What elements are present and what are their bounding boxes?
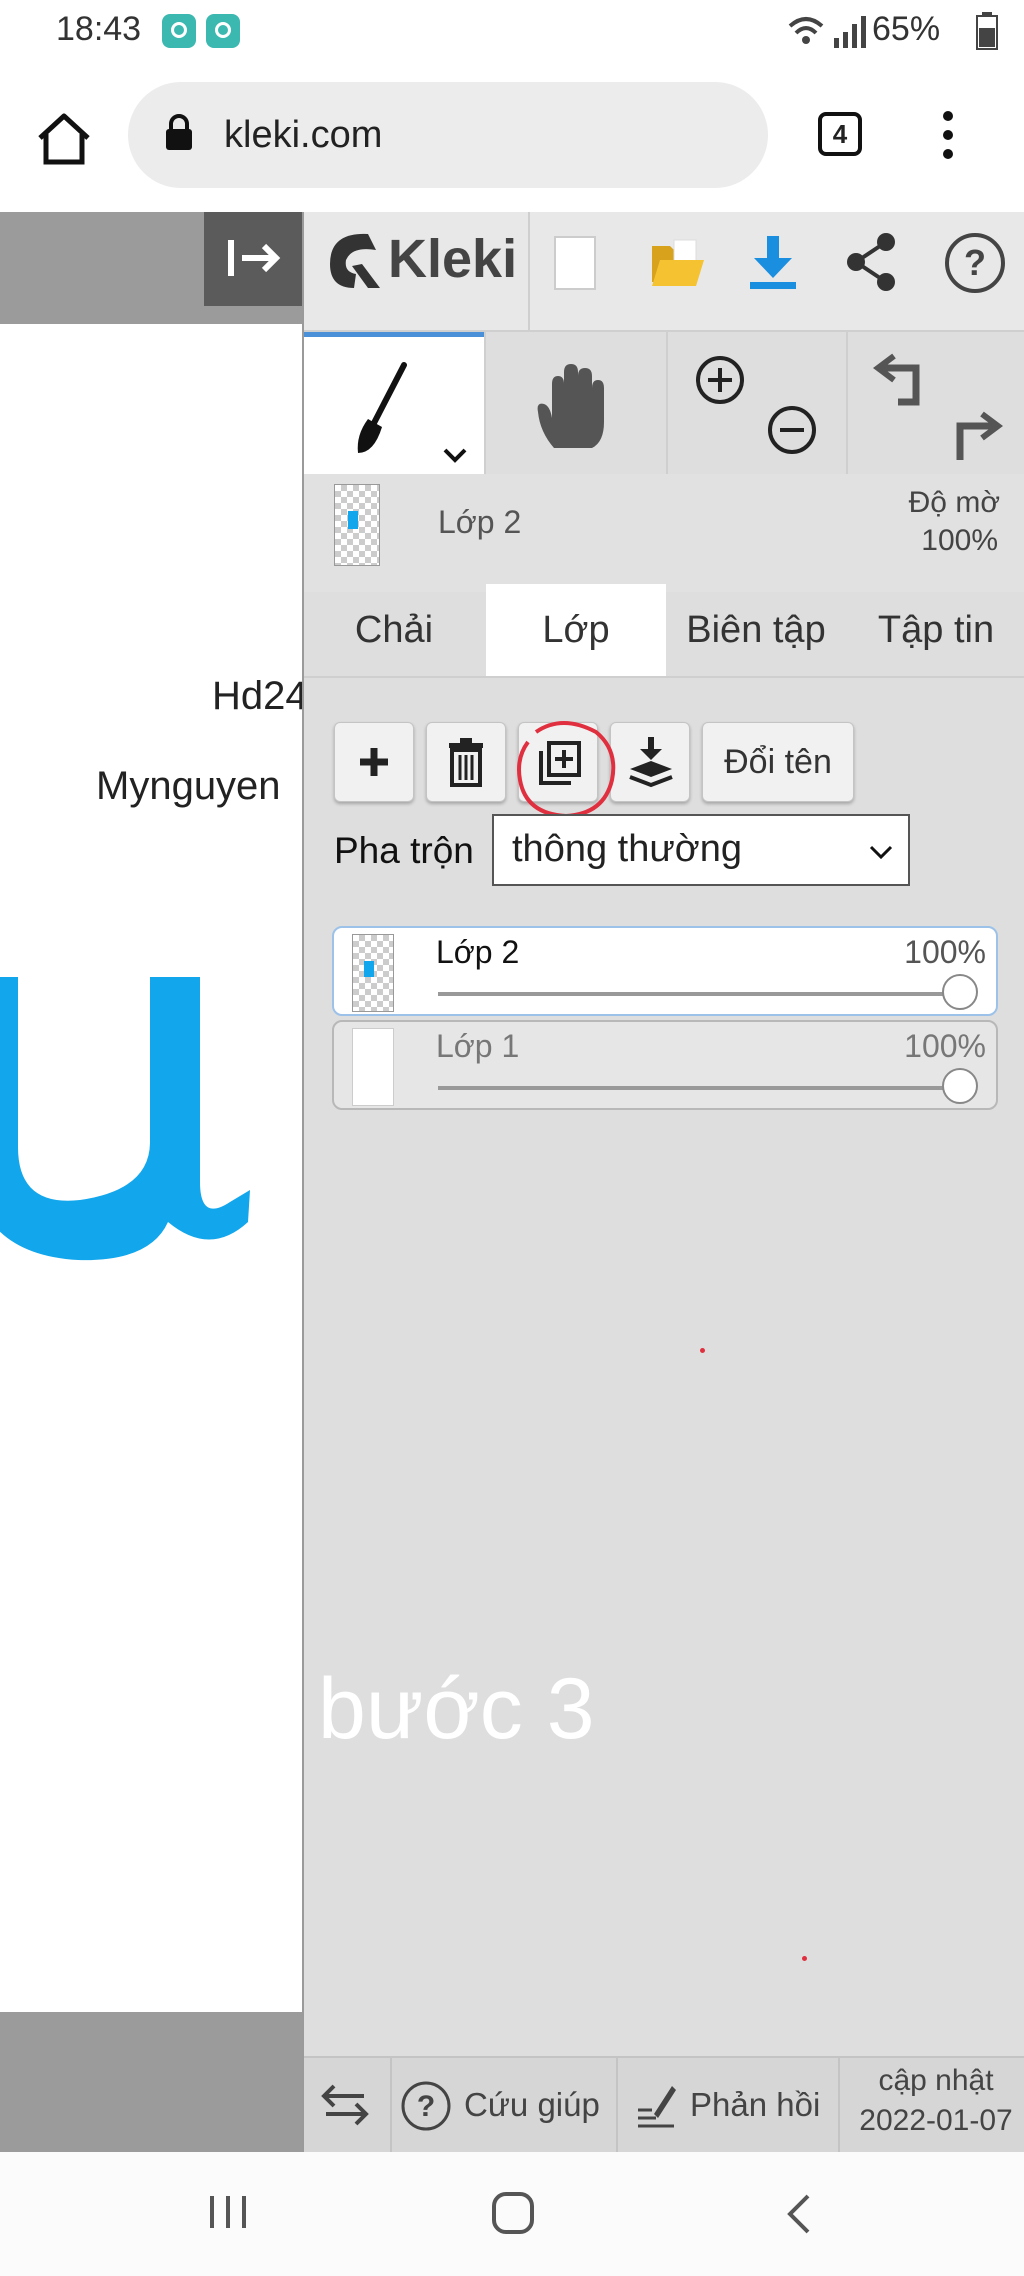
tab-brush[interactable]: Chải <box>304 584 484 676</box>
help-link[interactable]: Cứu giúp <box>464 2086 600 2124</box>
help-icon[interactable]: ? <box>400 2080 452 2132</box>
current-layer-header: Lớp 2 Độ mờ 100% <box>304 474 1024 592</box>
blend-mode-select[interactable]: thông thường <box>492 814 910 886</box>
status-time: 18:43 <box>56 10 142 48</box>
open-folder-icon[interactable] <box>650 238 706 288</box>
layer-name: Lớp 1 <box>436 1028 520 1064</box>
tab-switcher-button[interactable]: 4 <box>818 112 862 156</box>
layer-opacity-slider[interactable] <box>438 992 960 996</box>
brush-stroke-u <box>0 977 250 1261</box>
plus-icon <box>360 748 388 776</box>
history-controls <box>846 332 1024 474</box>
tab-edit[interactable]: Biên tập <box>666 584 846 676</box>
canvas-margin-bottom <box>0 2012 302 2152</box>
current-layer-thumbnail <box>334 484 380 566</box>
help-icon[interactable]: ? <box>944 232 1006 294</box>
canvas-text-mynguyen: Mynguyen <box>96 764 281 808</box>
divider <box>838 2058 840 2154</box>
merge-down-button[interactable] <box>610 722 690 802</box>
undo-icon[interactable] <box>872 350 932 406</box>
chevron-down-icon <box>443 448 467 463</box>
delete-layer-button[interactable] <box>426 722 506 802</box>
divider <box>528 212 530 330</box>
notification-app-icon <box>162 14 196 48</box>
trash-icon <box>449 738 483 787</box>
layer-opacity-slider[interactable] <box>438 1086 960 1090</box>
address-bar[interactable]: kleki.com <box>128 82 768 188</box>
layer-thumbnail <box>352 934 394 1012</box>
stray-dot <box>802 1956 807 1961</box>
lock-icon <box>166 114 192 150</box>
red-highlight-circle <box>517 721 616 819</box>
svg-text:?: ? <box>417 2090 435 2123</box>
step-caption: bước 3 <box>318 1661 595 1757</box>
rename-layer-button[interactable]: Đổi tên <box>702 722 854 802</box>
top-toolbar: Kleki ? <box>304 212 1024 332</box>
tab-file[interactable]: Tập tin <box>846 584 1024 676</box>
zoom-controls <box>666 332 846 474</box>
download-icon[interactable] <box>748 234 798 290</box>
add-layer-button[interactable] <box>334 722 414 802</box>
battery-percent: 65% <box>872 10 941 48</box>
recent-apps-icon[interactable] <box>206 2192 250 2232</box>
battery-icon <box>976 12 998 50</box>
blend-mode-label: Pha trộn <box>334 830 474 871</box>
brush-icon <box>357 362 407 453</box>
panel-footer: ? Cứu giúp Phản hồi cập nhật 2022-01-07 <box>304 2056 1024 2154</box>
stray-dot <box>700 1348 705 1353</box>
current-layer-name: Lớp 2 <box>438 504 522 540</box>
layer-row[interactable]: Lớp 1 100% <box>332 1020 998 1110</box>
layer-thumbnail <box>352 1028 394 1106</box>
feedback-link[interactable]: Phản hồi <box>690 2086 820 2124</box>
hand-tool-button[interactable] <box>484 332 666 474</box>
layer-opacity: 100% <box>904 1028 986 1064</box>
update-date[interactable]: 2022-01-07 <box>848 2104 1024 2138</box>
layer-name: Lớp 2 <box>436 934 520 970</box>
more-menu-icon[interactable] <box>936 110 960 160</box>
divider <box>390 2058 392 2154</box>
layer-row[interactable]: Lớp 2 100% <box>332 926 998 1016</box>
back-icon[interactable] <box>784 2192 814 2236</box>
opacity-value: 100% <box>921 524 998 557</box>
tab-layers[interactable]: Lớp <box>486 584 666 676</box>
layer-opacity-knob[interactable] <box>942 974 978 1010</box>
canvas-text-hd24: Hd24 <box>212 674 302 718</box>
swap-side-icon[interactable] <box>320 2082 370 2128</box>
app-logo: Kleki <box>388 229 518 289</box>
layer-opacity: 100% <box>904 934 986 970</box>
layers-panel: Đổi tên Pha trộn thông thường Lớp 2 100%… <box>304 676 1024 2154</box>
system-nav-bar <box>0 2152 1024 2276</box>
wifi-signal-icon <box>788 16 866 48</box>
redo-icon[interactable] <box>944 408 1004 464</box>
notification-app-icon <box>206 14 240 48</box>
zoom-out-icon[interactable] <box>766 404 818 456</box>
share-icon[interactable] <box>844 232 898 292</box>
kleki-logo-icon <box>330 233 380 288</box>
svg-text:?: ? <box>964 242 986 283</box>
opacity-label: Độ mờ <box>908 486 1000 519</box>
side-panel: Kleki ? Lớp 2 Độ mờ 100% Chải Lớp Biên t… <box>302 212 1024 2154</box>
feedback-pen-icon <box>638 2086 676 2128</box>
divider <box>616 2058 618 2154</box>
blend-mode-value: thông thường <box>512 828 742 870</box>
drawing-canvas[interactable]: Hd24 Mynguyen <box>0 212 302 2152</box>
zoom-in-icon[interactable] <box>694 354 746 406</box>
collapse-arrow-icon <box>228 240 281 276</box>
hand-icon <box>537 364 604 448</box>
chevron-down-icon <box>869 845 893 860</box>
home-nav-icon[interactable] <box>490 2190 536 2236</box>
update-label[interactable]: cập nhật <box>848 2064 1024 2098</box>
collapse-panel-button[interactable] <box>204 212 302 306</box>
status-bar: 18:43 65% <box>0 0 1024 62</box>
brush-tool-button[interactable] <box>304 332 484 474</box>
home-icon[interactable] <box>34 110 94 166</box>
url-text: kleki.com <box>224 114 383 156</box>
new-image-icon[interactable] <box>552 234 598 292</box>
merge-down-icon <box>629 737 673 788</box>
layer-opacity-knob[interactable] <box>942 1068 978 1104</box>
